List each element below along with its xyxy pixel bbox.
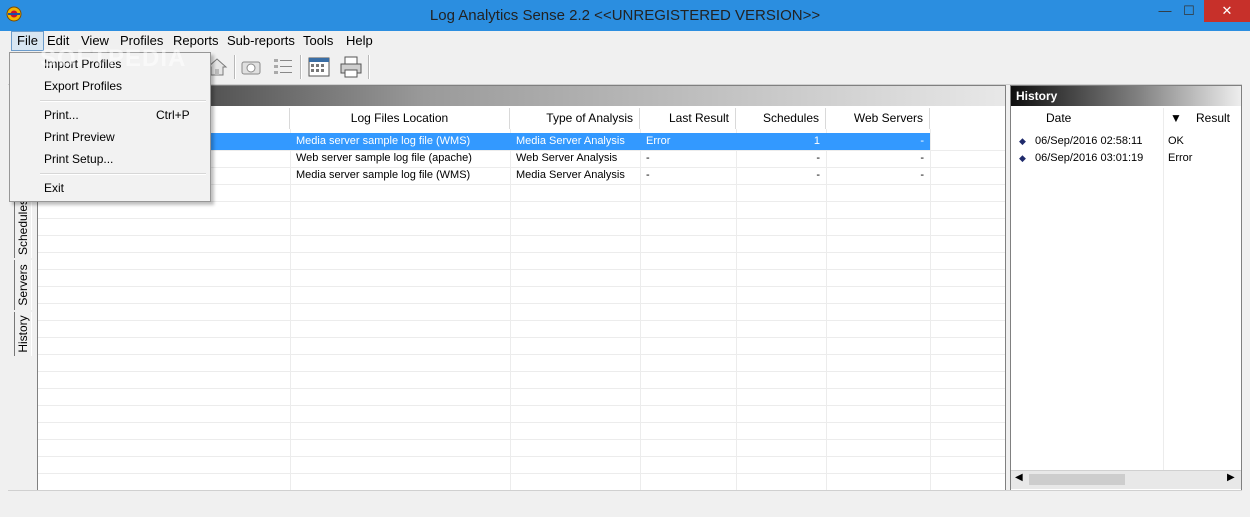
cell-schedules: - bbox=[816, 152, 820, 164]
list-icon[interactable] bbox=[270, 54, 296, 80]
cell-schedules: - bbox=[816, 169, 820, 181]
cell-analysis-type: Media Server Analysis bbox=[510, 133, 640, 150]
grid-line bbox=[38, 371, 1005, 372]
menu-item-label: Export Profiles bbox=[44, 79, 123, 93]
tab-servers[interactable]: Servers bbox=[14, 260, 32, 310]
column-header-log-files-location[interactable]: Log Files Location bbox=[290, 108, 510, 129]
toolbar-separator bbox=[368, 55, 370, 79]
history-result: Error bbox=[1168, 152, 1193, 164]
menu-item-print[interactable]: Print... Ctrl+P bbox=[11, 104, 209, 126]
column-header-web-servers[interactable]: Web Servers bbox=[826, 108, 930, 129]
menu-item-label: Print Setup... bbox=[44, 152, 114, 166]
menu-item-shortcut: Ctrl+P bbox=[156, 108, 190, 122]
menu-separator bbox=[40, 100, 206, 102]
history-column-result[interactable]: Result bbox=[1196, 108, 1230, 129]
sort-descending-icon[interactable]: ▼ bbox=[1170, 108, 1182, 129]
toolbar-separator bbox=[300, 55, 302, 79]
menu-sub-reports[interactable]: Sub-reports bbox=[222, 31, 300, 51]
grid-line bbox=[38, 388, 1005, 389]
cell-log-location: Web server sample log file (apache) bbox=[296, 152, 472, 164]
column-header-last-result[interactable]: Last Result bbox=[640, 108, 736, 129]
menu-item-print-setup[interactable]: Print Setup... bbox=[11, 148, 209, 170]
app-logo-icon bbox=[6, 6, 22, 22]
title-bar: Log Analytics Sense 2.2 <<UNREGISTERED V… bbox=[0, 0, 1250, 31]
history-row[interactable]: ◆ 06/Sep/2016 02:58:11 OK bbox=[1011, 133, 1241, 150]
history-title: History bbox=[1016, 89, 1058, 103]
grid-line bbox=[38, 320, 1005, 321]
grid-line bbox=[38, 422, 1005, 423]
menu-item-label: Print... bbox=[44, 108, 79, 122]
menu-item-label: Exit bbox=[44, 181, 65, 195]
grid-line bbox=[38, 269, 1005, 270]
menu-separator bbox=[40, 173, 206, 175]
grid-line bbox=[38, 286, 1005, 287]
run-marker-icon: ◆ bbox=[1019, 153, 1026, 163]
grid-line bbox=[38, 405, 1005, 406]
history-row[interactable]: ◆ 06/Sep/2016 03:01:19 Error bbox=[1011, 150, 1241, 167]
calendar-icon[interactable] bbox=[306, 54, 332, 80]
grid-line bbox=[38, 473, 1005, 474]
cell-web-servers: - bbox=[920, 152, 924, 164]
run-marker-icon: ◆ bbox=[1019, 136, 1026, 146]
history-panel: History Date ▼ Result ◆ 06/Sep/2016 02:5… bbox=[1010, 85, 1242, 491]
cell-last-result: Error bbox=[640, 133, 736, 150]
tab-history-label: History bbox=[16, 315, 30, 353]
scroll-left-icon[interactable]: ◀ bbox=[1015, 472, 1023, 483]
grid-line bbox=[38, 303, 1005, 304]
menu-item-label: Print Preview bbox=[44, 130, 115, 144]
cell-last-result: - bbox=[646, 169, 650, 181]
history-column-date[interactable]: Date bbox=[1046, 108, 1071, 129]
cell-web-servers: - bbox=[920, 169, 924, 181]
window-title: Log Analytics Sense 2.2 <<UNREGISTERED V… bbox=[429, 7, 821, 24]
cell-last-result: - bbox=[646, 152, 650, 164]
history-horizontal-scrollbar[interactable]: ◀ ▶ bbox=[1011, 470, 1241, 489]
grid-line bbox=[38, 456, 1005, 457]
print-icon[interactable] bbox=[338, 54, 364, 80]
camera-icon[interactable] bbox=[238, 54, 264, 80]
cell-web-servers: - bbox=[826, 133, 930, 150]
menu-item-exit[interactable]: Exit bbox=[11, 177, 209, 199]
grid-line bbox=[38, 354, 1005, 355]
history-date: 06/Sep/2016 03:01:19 bbox=[1035, 152, 1144, 164]
cell-analysis-type: Web Server Analysis bbox=[516, 152, 618, 164]
cell-log-location: Media server sample log file (WMS) bbox=[290, 133, 510, 150]
status-bar bbox=[8, 490, 1242, 511]
column-header-type-of-analysis[interactable]: Type of Analysis bbox=[510, 108, 640, 129]
cell-schedules: 1 bbox=[736, 133, 826, 150]
history-result: OK bbox=[1168, 135, 1184, 147]
menu-help[interactable]: Help bbox=[341, 31, 378, 51]
history-header-bar: History bbox=[1011, 86, 1241, 106]
tab-servers-label: Servers bbox=[16, 264, 30, 306]
tab-schedules-label: Schedules bbox=[16, 198, 30, 256]
scroll-right-icon[interactable]: ▶ bbox=[1227, 472, 1235, 483]
grid-line bbox=[38, 218, 1005, 219]
menu-tools[interactable]: Tools bbox=[298, 31, 338, 51]
history-date: 06/Sep/2016 02:58:11 bbox=[1035, 135, 1143, 147]
menu-bar: File Edit View Profiles Reports Sub-repo… bbox=[8, 31, 1242, 51]
cell-analysis-type: Media Server Analysis bbox=[516, 169, 625, 181]
menu-item-export-profiles[interactable]: Export Profiles bbox=[11, 75, 209, 97]
file-menu-dropdown: Import Profiles Export Profiles Print...… bbox=[9, 52, 211, 202]
column-header-schedules[interactable]: Schedules bbox=[736, 108, 826, 129]
tab-history[interactable]: History bbox=[14, 312, 32, 356]
menu-file[interactable]: File bbox=[11, 31, 44, 51]
scrollbar-thumb[interactable] bbox=[1029, 474, 1125, 485]
grid-line bbox=[38, 439, 1005, 440]
menu-item-print-preview[interactable]: Print Preview bbox=[11, 126, 209, 148]
cell-log-location: Media server sample log file (WMS) bbox=[296, 169, 471, 181]
watermark: SOFTPEDIA bbox=[40, 45, 187, 72]
close-button[interactable]: ✕ bbox=[1204, 0, 1250, 22]
grid-line bbox=[38, 337, 1005, 338]
tab-schedules[interactable]: Schedules bbox=[14, 196, 32, 258]
grid-line bbox=[38, 252, 1005, 253]
toolbar-separator bbox=[234, 55, 236, 79]
grid-line bbox=[38, 235, 1005, 236]
